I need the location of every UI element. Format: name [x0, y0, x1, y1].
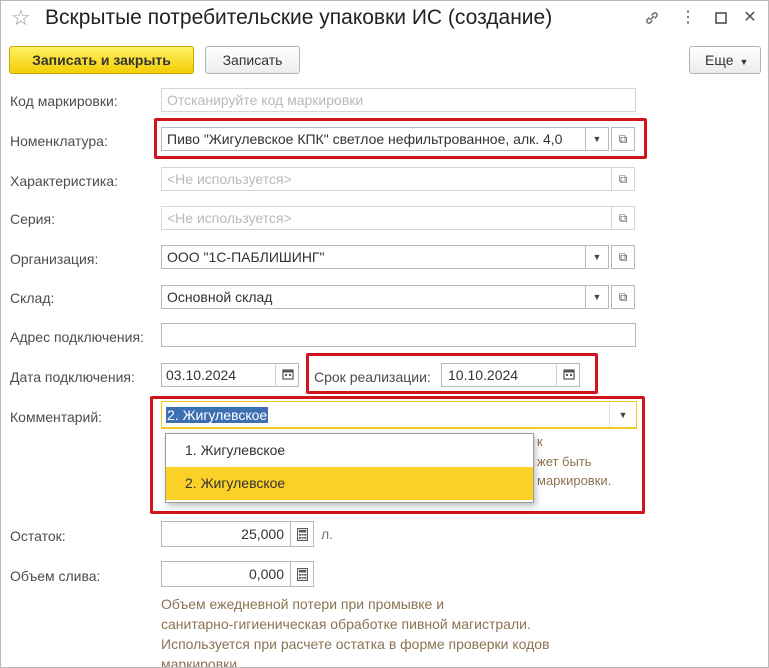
nomenclature-open-icon[interactable]: ⧉ [611, 127, 635, 151]
organization-dropdown-button[interactable]: ▼ [585, 245, 609, 269]
organization-input[interactable]: ООО "1С-ПАБЛИШИНГ" [161, 245, 586, 269]
drain-hint-line-2: санитарно-гигиеническая обработке пивной… [161, 616, 531, 632]
nomenclature-label: Номенклатура: [10, 133, 108, 149]
hint-fragment-1: к [537, 434, 543, 449]
expiry-calendar-icon[interactable] [556, 363, 580, 387]
nomenclature-input[interactable]: Пиво "Жигулевское КПК" светлое нефильтро… [161, 127, 586, 151]
drain-hint-line-1: Объем ежедневной потери при промывке и [161, 596, 445, 612]
form-window: ☆ Вскрытые потребительские упаковки ИС (… [0, 0, 769, 668]
remainder-label: Остаток: [10, 528, 66, 544]
maximize-icon[interactable] [710, 7, 732, 29]
comment-option-1[interactable]: 1. Жигулевское [166, 434, 533, 467]
address-label: Адрес подключения: [10, 329, 144, 345]
hint-fragment-3: маркировки. [537, 473, 612, 488]
drain-calculator-icon[interactable] [290, 561, 314, 587]
hint-fragment-2: жет быть [537, 454, 592, 469]
connect-date-value: 03.10.2024 [166, 367, 237, 383]
save-button[interactable]: Записать [205, 46, 300, 74]
series-label: Серия: [10, 211, 55, 227]
drain-label: Объем слива: [10, 568, 101, 584]
remainder-calculator-icon[interactable] [290, 521, 314, 547]
warehouse-open-icon[interactable]: ⧉ [611, 285, 635, 309]
organization-label: Организация: [10, 251, 99, 267]
comment-dropdown-button[interactable]: ▼ [609, 403, 636, 427]
characteristic-label: Характеристика: [10, 173, 118, 189]
marking-code-input[interactable]: Отсканируйте код маркировки [161, 88, 636, 112]
characteristic-input: <Не используется> [161, 167, 612, 191]
drain-volume-input[interactable]: 0,000 [161, 561, 291, 587]
address-input[interactable] [161, 323, 636, 347]
chevron-down-icon: ▼ [739, 57, 749, 67]
comment-selected-text: 2. Жигулевское [166, 407, 269, 423]
expiry-label: Срок реализации: [314, 369, 431, 385]
code-label: Код маркировки: [10, 93, 118, 109]
connect-date-label: Дата подключения: [10, 369, 135, 385]
more-button[interactable]: Еще ▼ [689, 46, 761, 74]
warehouse-dropdown-button[interactable]: ▼ [585, 285, 609, 309]
save-and-close-button[interactable]: Записать и закрыть [9, 46, 194, 74]
organization-open-icon[interactable]: ⧉ [611, 245, 635, 269]
link-icon[interactable] [641, 7, 663, 29]
nomenclature-dropdown-button[interactable]: ▼ [585, 127, 609, 151]
warehouse-input[interactable]: Основной склад [161, 285, 586, 309]
drain-hint-line-3: Используется при расчете остатка в форме… [161, 636, 550, 652]
comment-label: Комментарий: [10, 409, 103, 425]
drain-hint: Объем ежедневной потери при промывке и с… [161, 594, 721, 668]
expiry-date-value: 10.10.2024 [448, 367, 519, 383]
remainder-input: 25,000 [161, 521, 291, 547]
series-input: <Не используется> [161, 206, 612, 230]
drain-hint-line-4: маркировки. [161, 656, 241, 668]
window-title: Вскрытые потребительские упаковки ИС (со… [45, 6, 553, 29]
comment-dropdown-list: 1. Жигулевское 2. Жигулевское [165, 433, 534, 503]
characteristic-open-icon[interactable]: ⧉ [611, 167, 635, 191]
comment-input[interactable]: 2. Жигулевское [161, 401, 637, 429]
more-button-label: Еще [705, 52, 734, 68]
series-open-icon[interactable]: ⧉ [611, 206, 635, 230]
remainder-unit: л. [321, 526, 334, 542]
favorite-star-icon[interactable]: ☆ [11, 6, 31, 30]
more-actions-icon[interactable]: ⋮ [677, 7, 699, 29]
connect-date-calendar-icon[interactable] [275, 363, 299, 387]
warehouse-label: Склад: [10, 290, 55, 306]
close-icon[interactable]: ✕ [739, 7, 761, 29]
comment-option-2[interactable]: 2. Жигулевское [166, 467, 533, 500]
